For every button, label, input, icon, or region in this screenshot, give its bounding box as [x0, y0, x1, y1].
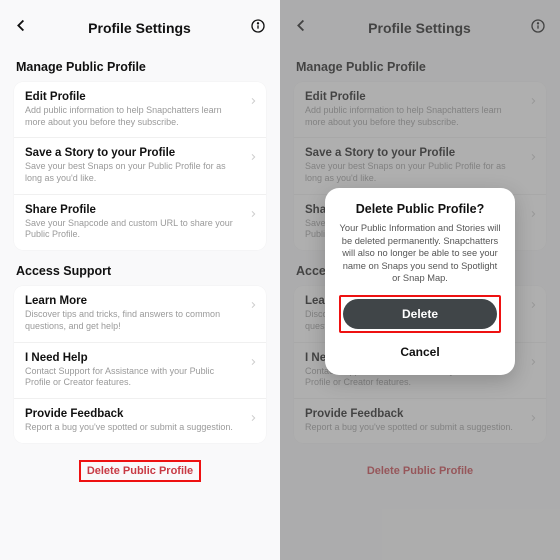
chevron-right-icon [249, 355, 257, 373]
delete-dialog: Delete Public Profile? Your Public Infor… [325, 188, 515, 375]
manage-card: Edit Profile Add public information to h… [14, 82, 266, 250]
header: Profile Settings [14, 10, 266, 46]
row-share-profile[interactable]: Share Profile Save your Snapcode and cus… [14, 195, 266, 250]
info-icon[interactable] [250, 18, 266, 39]
chevron-right-icon [249, 411, 257, 429]
row-learn-more[interactable]: Learn More Discover tips and tricks, fin… [14, 286, 266, 342]
row-feedback[interactable]: Provide Feedback Report a bug you've spo… [14, 399, 266, 443]
chevron-right-icon [249, 298, 257, 316]
section-support-title: Access Support [16, 264, 266, 278]
section-manage-title: Manage Public Profile [16, 60, 266, 74]
chevron-right-icon [249, 207, 257, 225]
dialog-body: Your Public Information and Stories will… [339, 222, 501, 285]
back-icon[interactable] [14, 18, 29, 38]
cancel-button[interactable]: Cancel [339, 341, 501, 363]
page-title: Profile Settings [88, 20, 191, 36]
row-save-story[interactable]: Save a Story to your Profile Save your b… [14, 138, 266, 194]
dialog-title: Delete Public Profile? [339, 202, 501, 216]
panel-dialog: Profile Settings Manage Public Profile E… [280, 0, 560, 560]
chevron-right-icon [249, 94, 257, 112]
chevron-right-icon [249, 150, 257, 168]
row-need-help[interactable]: I Need Help Contact Support for Assistan… [14, 343, 266, 399]
highlight-box: Delete [339, 295, 501, 333]
panel-normal: Profile Settings Manage Public Profile E… [0, 0, 280, 560]
delete-button[interactable]: Delete [343, 299, 497, 329]
row-edit-profile[interactable]: Edit Profile Add public information to h… [14, 82, 266, 138]
delete-public-profile-link[interactable]: Delete Public Profile [14, 461, 266, 479]
support-card: Learn More Discover tips and tricks, fin… [14, 286, 266, 442]
